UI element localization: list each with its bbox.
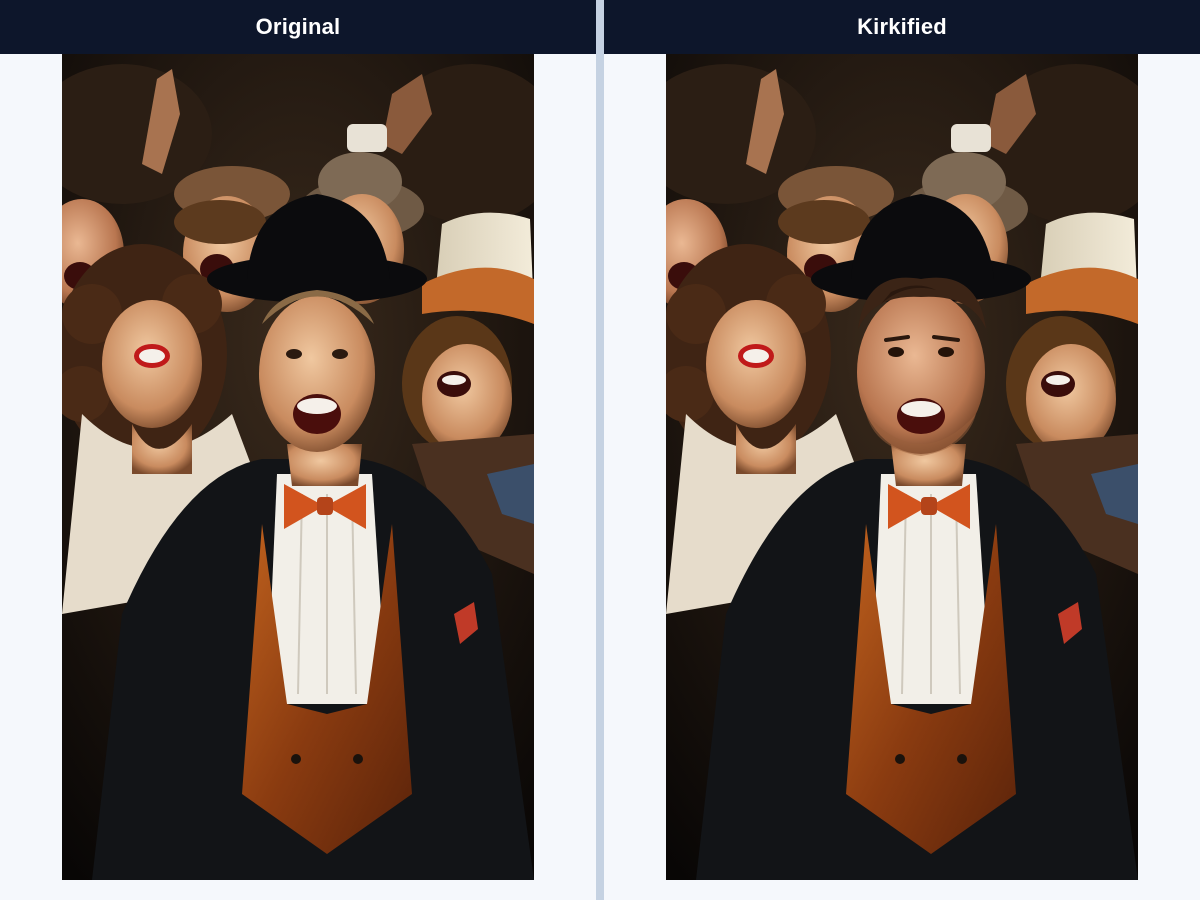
original-image bbox=[62, 54, 534, 880]
kirkified-painting bbox=[666, 54, 1138, 880]
original-panel-header: Original bbox=[0, 0, 596, 54]
kirkified-panel-header: Kirkified bbox=[604, 0, 1200, 54]
original-panel-title: Original bbox=[255, 14, 341, 39]
original-painting bbox=[62, 54, 534, 880]
panel-divider bbox=[596, 0, 604, 900]
kirkified-panel-title: Kirkified bbox=[857, 14, 947, 39]
original-panel: Original bbox=[0, 0, 596, 900]
kirkified-panel: Kirkified bbox=[604, 0, 1200, 900]
kirkified-image bbox=[666, 54, 1138, 880]
